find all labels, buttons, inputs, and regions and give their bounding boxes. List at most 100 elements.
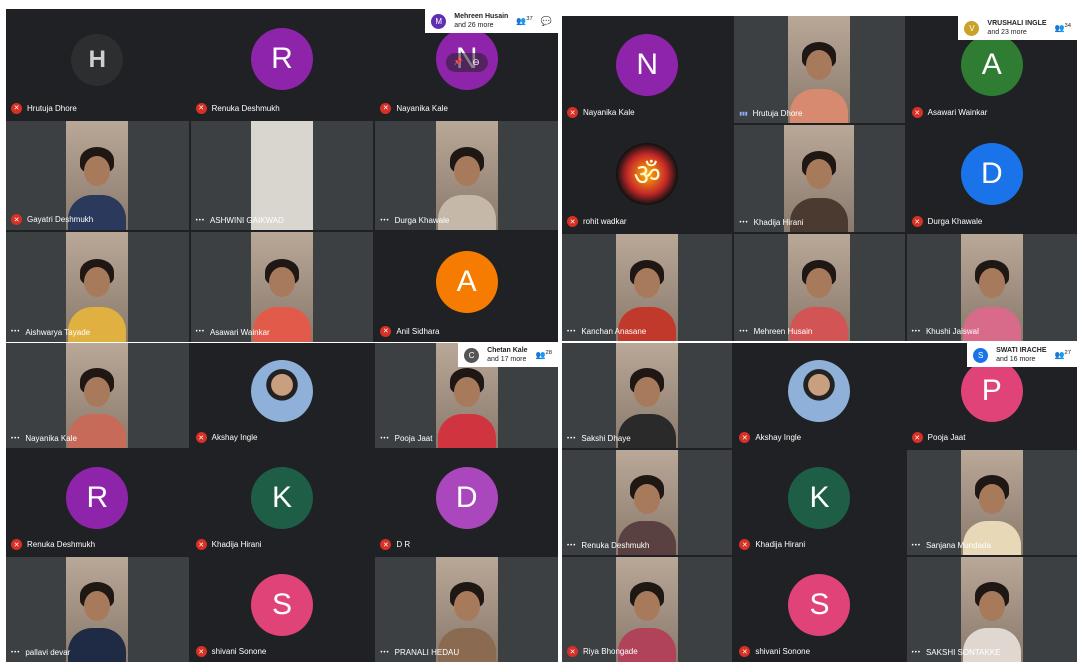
participant-tile[interactable]: ✕ Akshay Ingle: [734, 343, 905, 448]
mic-off-icon: ✕: [11, 214, 22, 226]
participants-header[interactable]: C Chetan Kale and 17 more 👥28: [458, 343, 558, 367]
participant-tile[interactable]: K ✕ Khadija Hirani: [190, 450, 374, 555]
more-options-icon[interactable]: •••: [196, 218, 205, 224]
participant-tile[interactable]: ✕ Riya Bhongade: [562, 557, 733, 662]
participant-tile[interactable]: ••• pallavi devar: [6, 557, 189, 662]
participant-tile[interactable]: D ✕ Durga Khawale: [906, 125, 1077, 232]
participant-name: Mehreen Husain: [753, 327, 813, 336]
participant-video: [250, 232, 313, 342]
more-options-icon[interactable]: •••: [11, 650, 20, 656]
people-count: 34: [1064, 23, 1071, 30]
participant-tile[interactable]: ••• ASHWINI GAIKWAD: [190, 120, 374, 231]
people-count-button[interactable]: 👥27: [1055, 350, 1071, 359]
participants-header[interactable]: M Mehreen Husain and 26 more 👥37 💬: [425, 9, 558, 33]
participant-tile[interactable]: ••• PRANALI HEDAU: [375, 557, 558, 662]
video-person-face: [806, 268, 833, 299]
more-options-icon[interactable]: •••: [196, 329, 205, 335]
more-options-icon[interactable]: •••: [739, 220, 748, 226]
video-person-face: [634, 268, 661, 299]
participant-video: [66, 232, 129, 342]
participant-name-label: ✕ Akshay Ingle: [739, 432, 801, 443]
participant-name-label: ✕ Nayanika Kale: [380, 102, 448, 114]
participant-name: Nayanika Kale: [583, 108, 635, 117]
participant-name: Hrutuja Dhore: [27, 103, 77, 113]
more-options-icon[interactable]: •••: [380, 218, 389, 224]
participant-tile[interactable]: N ✕ Nayanika Kale: [562, 16, 733, 123]
more-options-icon[interactable]: •••: [912, 329, 921, 335]
more-options-icon[interactable]: •••: [380, 650, 389, 656]
participant-name: Hrutuja Dhore: [752, 109, 803, 118]
participant-tile[interactable]: R ✕ Renuka Deshmukh: [190, 9, 374, 119]
people-count-button[interactable]: 👥34: [1055, 23, 1071, 32]
participant-tile[interactable]: R ✕ Renuka Deshmukh: [6, 450, 189, 555]
participant-avatar: A: [960, 33, 1023, 96]
more-options-icon[interactable]: •••: [11, 436, 20, 442]
more-options-icon[interactable]: •••: [11, 329, 20, 335]
participant-tile[interactable]: ••• Asawari Wainkar: [190, 232, 374, 342]
participant-tile[interactable]: ••• Nayanika Kale: [6, 343, 189, 448]
more-options-icon[interactable]: •••: [567, 436, 576, 442]
participant-grid: N ✕ Nayanika Kale ▮▮▮ Hrutuja Dhore A ✕ Asawari…: [562, 16, 1077, 341]
participant-tile[interactable]: ••• Sakshi Dhaye: [562, 343, 733, 448]
meeting-panel-4: S SWATI IRACHE and 16 more 👥27 ••• Sakshi Dha…: [562, 343, 1077, 662]
participant-name: Renuka Deshmukh: [27, 540, 96, 549]
participant-video: [960, 234, 1023, 341]
participant-name-label: ✕ Khadija Hirani: [195, 539, 262, 550]
participant-name: shivani Sonone: [755, 647, 811, 656]
participant-tile[interactable]: ✕ Akshay Ingle: [190, 343, 374, 448]
video-person-face: [634, 376, 661, 407]
participant-tile[interactable]: ▮▮▮ Hrutuja Dhore: [734, 16, 905, 123]
participants-header[interactable]: S SWATI IRACHE and 16 more 👥27: [967, 343, 1077, 367]
participant-tile[interactable]: ••• SAKSHI SONTAKKE: [906, 557, 1077, 662]
pin-icon[interactable]: 📌: [454, 58, 463, 66]
header-avatar: V: [964, 20, 980, 36]
more-options-icon[interactable]: •••: [567, 329, 576, 335]
participant-name: SAKSHI SONTAKKE: [925, 648, 1001, 657]
participant-name-label: ✕ Khadija Hirani: [739, 539, 805, 550]
participant-tile[interactable]: S ✕ shivani Sonone: [734, 557, 905, 662]
participant-name: Khadija Hirani: [211, 540, 262, 549]
participant-tile[interactable]: ✕ Gayatri Deshmukh: [6, 120, 189, 231]
participant-tile[interactable]: K ✕ Khadija Hirani: [734, 450, 905, 555]
participant-tile[interactable]: ••• Kanchan Anasane: [562, 234, 733, 341]
video-person-face: [978, 590, 1005, 621]
people-count-button[interactable]: 👥28: [536, 350, 552, 359]
participant-avatar: A: [435, 251, 498, 314]
video-person-face: [978, 268, 1005, 299]
participant-tile[interactable]: ••• Durga Khawale: [375, 120, 558, 231]
more-options-icon[interactable]: •••: [380, 436, 389, 442]
participant-tile[interactable]: ••• Khadija Hirani: [734, 125, 905, 232]
more-options-icon[interactable]: •••: [912, 650, 921, 656]
participant-video: [788, 234, 851, 341]
chat-icon[interactable]: 💬: [541, 16, 552, 27]
participant-name-label: ••• Renuka Deshmukh: [567, 541, 649, 550]
participant-name-label: ✕ Pooja Jaat: [911, 432, 965, 443]
participants-header[interactable]: V VRUSHALI INGLE and 23 more 👥34: [958, 16, 1077, 40]
participant-tile[interactable]: ••• Renuka Deshmukh: [562, 450, 733, 555]
participant-name-label: ✕ Riya Bhongade: [567, 646, 638, 657]
participant-tile[interactable]: ••• Aishwarya Tayade: [6, 232, 189, 342]
participant-tile[interactable]: H ✕ Hrutuja Dhore: [6, 9, 189, 119]
participant-tile[interactable]: ••• Sanjana Mundada: [906, 450, 1077, 555]
participant-avatar: N: [616, 33, 679, 96]
participant-tile[interactable]: D ✕ D R: [375, 450, 558, 555]
participant-name: Nayanika Kale: [25, 434, 77, 443]
participant-tile[interactable]: ॐ ✕ rohit wadkar: [562, 125, 733, 232]
remove-icon[interactable]: ⊖: [472, 57, 480, 68]
tile-hover-controls[interactable]: 📌 ⊖: [445, 52, 488, 72]
participant-avatar: S: [788, 573, 851, 636]
participant-name-label: ••• PRANALI HEDAU: [380, 648, 459, 657]
people-count-button[interactable]: 👥37: [516, 16, 532, 25]
more-options-icon[interactable]: •••: [739, 329, 748, 335]
participant-name: Kanchan Anasane: [581, 327, 647, 336]
participant-name-label: ✕ Anil Sidhara: [380, 325, 439, 337]
participant-tile[interactable]: S ✕ shivani Sonone: [190, 557, 374, 662]
participant-name: Khadija Hirani: [755, 540, 806, 549]
participant-tile[interactable]: ••• Khushi Jaiswal: [906, 234, 1077, 341]
more-options-icon[interactable]: •••: [912, 543, 921, 549]
mic-off-icon: ✕: [739, 432, 751, 443]
participant-tile[interactable]: ••• Mehreen Husain: [734, 234, 905, 341]
participant-tile[interactable]: A ✕ Anil Sidhara: [375, 232, 558, 342]
more-options-icon[interactable]: •••: [567, 543, 576, 549]
participant-name-label: ✕ shivani Sonone: [739, 646, 810, 657]
